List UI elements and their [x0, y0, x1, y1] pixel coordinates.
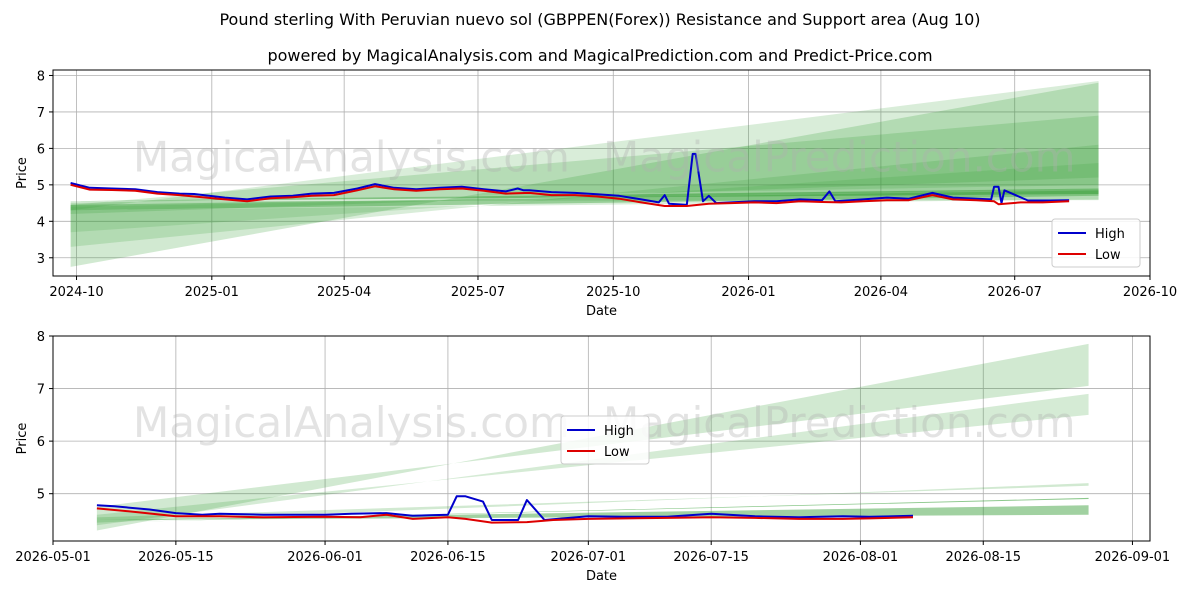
legend-label-high: High [604, 424, 634, 439]
y-tick-label: 5 [37, 488, 45, 503]
x-tick-label: 2026-06-15 [410, 550, 486, 565]
y-tick-label: 8 [37, 330, 45, 345]
y-tick-label: 7 [37, 383, 45, 398]
x-tick-label: 2026-08-15 [945, 550, 1021, 565]
legend-label-high: High [1095, 227, 1125, 242]
legend-label-low: Low [604, 445, 630, 460]
x-tick-label: 2026-09-01 [1095, 550, 1171, 565]
x-axis-label: Date [586, 569, 617, 584]
watermark-text: MagicalPrediction.com [603, 133, 1076, 182]
legend-label-low: Low [1095, 248, 1121, 263]
watermark-text: MagicalAnalysis.com [133, 398, 570, 447]
x-tick-label: 2026-10 [1123, 285, 1177, 300]
y-tick-label: 6 [37, 435, 45, 450]
x-tick-label: 2026-05-01 [15, 550, 91, 565]
x-tick-label: 2026-08-01 [823, 550, 899, 565]
x-tick-label: 2026-07-01 [551, 550, 627, 565]
x-tick-label: 2025-04 [317, 285, 371, 300]
y-tick-label: 7 [37, 106, 45, 121]
chart-title: Pound sterling With Peruvian nuevo sol (… [219, 10, 980, 29]
y-tick-label: 4 [37, 215, 45, 230]
y-axis-label: Price [15, 423, 30, 455]
x-tick-label: 2026-01 [721, 285, 775, 300]
x-tick-label: 2025-07 [451, 285, 505, 300]
x-tick-label: 2026-07-15 [673, 550, 749, 565]
x-tick-label: 2026-05-15 [138, 550, 214, 565]
x-tick-label: 2026-07 [988, 285, 1042, 300]
y-tick-label: 3 [37, 252, 45, 267]
y-tick-label: 8 [37, 69, 45, 84]
y-axis-label: Price [15, 157, 30, 189]
x-tick-label: 2025-01 [185, 285, 239, 300]
x-tick-label: 2026-04 [854, 285, 908, 300]
watermark-text: MagicalPrediction.com [603, 398, 1076, 447]
chart-figure: Pound sterling With Peruvian nuevo sol (… [0, 0, 1200, 600]
watermark-text: MagicalAnalysis.com [133, 133, 570, 182]
x-tick-label: 2025-10 [586, 285, 640, 300]
y-tick-label: 6 [37, 142, 45, 157]
y-tick-label: 5 [37, 179, 45, 194]
x-tick-label: 2026-06-01 [287, 550, 363, 565]
figure-canvas: Pound sterling With Peruvian nuevo sol (… [0, 0, 1200, 600]
chart-subtitle: powered by MagicalAnalysis.com and Magic… [267, 46, 932, 65]
x-tick-label: 2024-10 [49, 285, 103, 300]
x-axis-label: Date [586, 304, 617, 319]
